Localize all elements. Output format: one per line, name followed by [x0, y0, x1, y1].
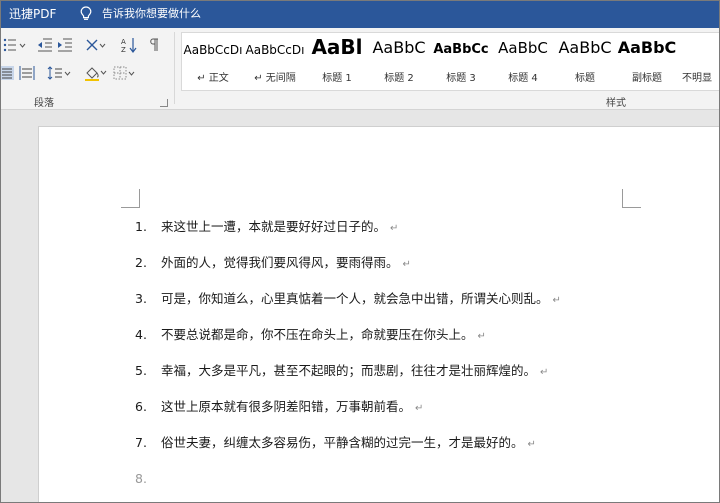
list-item[interactable]: 2. 外面的人，觉得我们要风得风，要雨得雨。 ↵ [135, 253, 411, 273]
style-name: ↵ 无间隔 [254, 73, 296, 84]
style-name: 标题 2 [384, 73, 414, 84]
title-bar: 迅捷PDF 告诉我你想要做什么 [0, 0, 720, 28]
paragraph-group: A Z 段落 [0, 28, 175, 109]
list-item[interactable]: 7. 俗世夫妻，纠缠太多容易伤，平静含糊的过完一生，才是最好的。 ↵ [135, 433, 536, 453]
list-number: 4. [135, 327, 147, 342]
list-item[interactable]: 1. 来这世上一遭，本就是要好好过日子的。 ↵ [135, 217, 398, 237]
list-text: 外面的人，觉得我们要风得风，要雨得雨。 [161, 255, 399, 270]
svg-text:Z: Z [121, 46, 126, 53]
paragraph-mark-icon: ↵ [390, 223, 399, 234]
style-sample: AaBbCcDı [245, 43, 305, 57]
paragraph-group-label: 段落 [34, 98, 54, 109]
list-item[interactable]: 4. 不要总说都是命，你不压在命头上，命就要压在你头上。 ↵ [135, 325, 486, 345]
margin-corner-mark [622, 189, 641, 208]
list-text: 俗世夫妻，纠缠太多容易伤，平静含糊的过完一生，才是最好的。 [161, 435, 524, 450]
styles-group-label: 样式 [606, 98, 626, 109]
list-item[interactable]: 5. 幸福，大多是平凡，甚至不起眼的；而悲剧，往往才是壮丽辉煌的。 ↵ [135, 361, 548, 381]
document-area: 1. 来这世上一遭，本就是要好好过日子的。 ↵ 2. 外面的人，觉得我们要风得风，要雨… [0, 110, 720, 503]
group-separator [174, 32, 175, 104]
style-name: ↵ 正文 [197, 73, 229, 84]
margin-corner-mark [121, 189, 140, 208]
style-sample: AaBbCcDı [183, 43, 243, 57]
style-name: 标题 3 [446, 73, 476, 84]
list-number: 5. [135, 363, 147, 378]
svg-text:A: A [121, 38, 126, 46]
style-heading-4[interactable]: AaBbC 标题 4 [492, 33, 554, 90]
list-number: 6. [135, 399, 147, 414]
style-sample: AaBbC [372, 38, 426, 57]
lightbulb-icon[interactable] [80, 6, 92, 22]
list-number: 7. [135, 435, 147, 450]
style-sample: AaBbC [498, 39, 548, 57]
style-heading-3[interactable]: AaBbCc 标题 3 [430, 33, 492, 90]
distributed-icon[interactable] [19, 66, 35, 80]
style-heading-2[interactable]: AaBbC 标题 2 [368, 33, 430, 90]
style-name: 副标题 [632, 73, 662, 84]
justify-icon[interactable] [0, 66, 14, 80]
list-text: 可是，你知道么，心里真惦着一个人，就会急中出错，所谓关心则乱。 [161, 291, 549, 306]
style-heading-1[interactable]: AaBl 标题 1 [306, 33, 368, 90]
tell-me-search[interactable]: 告诉我你想要做什么 [102, 0, 201, 28]
paragraph-mark-icon: ↵ [552, 295, 561, 306]
style-sample: AaBbC [617, 38, 677, 57]
style-name: 标题 1 [322, 73, 352, 84]
style-subtitle[interactable]: AaBbC 副标题 [616, 33, 678, 90]
list-text: 来这世上一遭，本就是要好好过日子的。 [161, 219, 387, 234]
style-name: 不明显 [682, 73, 712, 84]
show-marks-icon[interactable] [148, 38, 160, 52]
bullets-icon[interactable] [2, 38, 26, 52]
list-item-empty[interactable]: 8. [135, 469, 161, 489]
paragraph-dialog-launcher-icon[interactable] [160, 99, 168, 107]
list-number: 2. [135, 255, 147, 270]
styles-gallery: AaBbCcDı ↵ 正文 AaBbCcDı ↵ 无间隔 AaBl 标题 1 A… [181, 32, 720, 91]
style-normal[interactable]: AaBbCcDı ↵ 正文 [182, 33, 244, 90]
paragraph-mark-icon: ↵ [527, 439, 536, 450]
chinese-layout-icon[interactable] [85, 38, 109, 52]
style-sample: AaBl [311, 35, 363, 59]
list-text: 幸福，大多是平凡，甚至不起眼的；而悲剧，往往才是壮丽辉煌的。 [161, 363, 537, 378]
list-text: 不要总说都是命，你不压在命头上，命就要压在你头上。 [161, 327, 474, 342]
style-subtle-emphasis[interactable]: 不明显 [678, 33, 720, 90]
paragraph-mark-icon: ↵ [477, 331, 486, 342]
style-name: 标题 4 [508, 73, 538, 84]
style-sample: AaBbC [558, 38, 612, 57]
shading-icon[interactable] [84, 65, 108, 81]
decrease-indent-icon[interactable] [37, 38, 53, 52]
style-sample: AaBbCc [433, 42, 489, 57]
borders-icon[interactable] [113, 66, 137, 80]
list-number: 8. [135, 471, 147, 486]
sort-icon[interactable]: A Z [120, 37, 138, 53]
style-title[interactable]: AaBbC 标题 [554, 33, 616, 90]
list-text: 这世上原本就有很多阴差阳错，万事朝前看。 [161, 399, 412, 414]
list-number: 1. [135, 219, 147, 234]
paragraph-mark-icon: ↵ [415, 403, 424, 414]
line-spacing-icon[interactable] [47, 66, 71, 80]
style-no-spacing[interactable]: AaBbCcDı ↵ 无间隔 [244, 33, 306, 90]
page[interactable]: 1. 来这世上一遭，本就是要好好过日子的。 ↵ 2. 外面的人，觉得我们要风得风，要雨… [38, 126, 720, 503]
list-item[interactable]: 3. 可是，你知道么，心里真惦着一个人，就会急中出错，所谓关心则乱。 ↵ [135, 289, 561, 309]
increase-indent-icon[interactable] [57, 38, 73, 52]
list-number: 3. [135, 291, 147, 306]
app-title: 迅捷PDF [9, 7, 57, 21]
style-name: 标题 [575, 73, 595, 84]
paragraph-mark-icon: ↵ [402, 259, 411, 270]
paragraph-mark-icon: ↵ [540, 367, 549, 378]
list-item[interactable]: 6. 这世上原本就有很多阴差阳错，万事朝前看。 ↵ [135, 397, 423, 417]
ribbon: A Z 段落 AaBbCcDı ↵ 正文 AaBbCcDı ↵ 无间隔 AaBl… [0, 28, 720, 110]
